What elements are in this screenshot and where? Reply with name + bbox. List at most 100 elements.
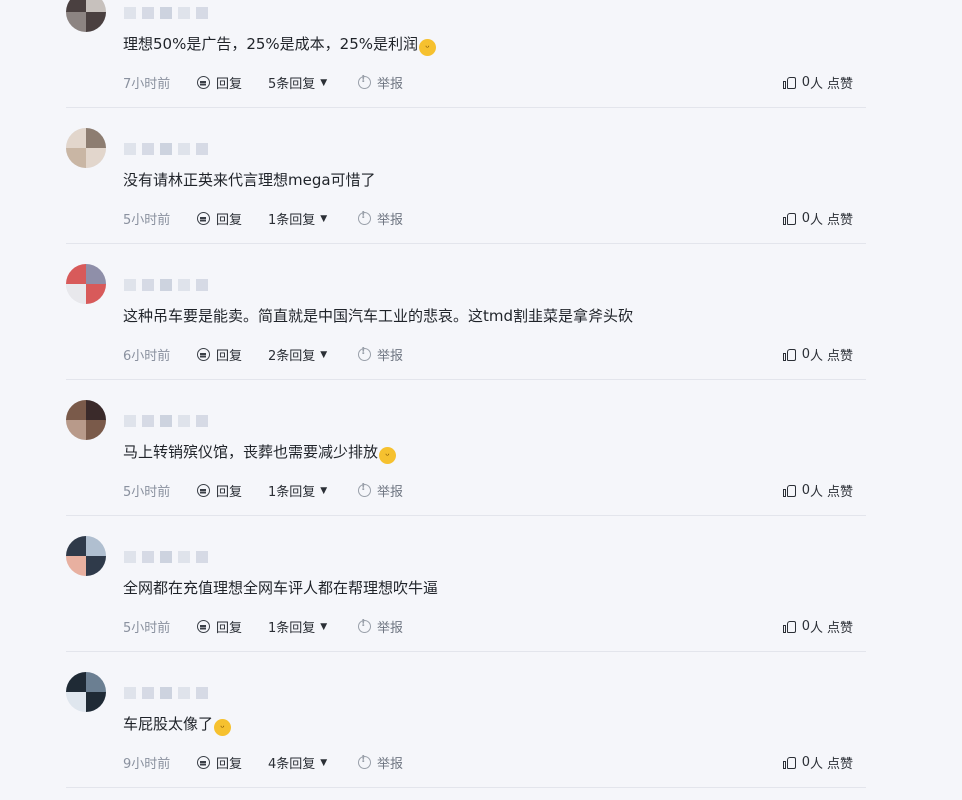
report-button[interactable]: 举报 xyxy=(358,345,403,364)
comment-text: 车屁股太像了 ᵕ xyxy=(123,713,232,736)
reply-label: 回复 xyxy=(216,213,243,228)
report-icon xyxy=(358,346,371,361)
reply-icon xyxy=(197,620,210,633)
report-icon xyxy=(358,482,371,497)
reply-button[interactable]: 回复 xyxy=(197,73,268,92)
username-blurred[interactable] xyxy=(124,278,208,292)
comment-time: 7小时前 xyxy=(123,77,171,92)
report-button[interactable]: 举报 xyxy=(358,617,403,636)
like-unit: 人 xyxy=(809,213,823,228)
like-button[interactable]: 0人 点赞 xyxy=(782,209,853,228)
like-count: 0 xyxy=(801,483,810,498)
comment-item: 全网都在充值理想全网车评人都在帮理想吹牛逼 5小时前 回复 1条回复 ▼ 举报 … xyxy=(66,516,866,652)
like-button[interactable]: 0人 点赞 xyxy=(782,73,853,92)
username-blurred[interactable] xyxy=(124,142,208,156)
comment-item: 马上转销殡仪馆，丧葬也需要减少排放ᵕ 5小时前 回复 1条回复 ▼ 举报 0人 … xyxy=(66,380,866,516)
comment-text: 这种吊车要是能卖。简直就是中国汽车工业的悲哀。这tmd割韭菜是拿斧头砍 xyxy=(123,305,633,326)
replies-count: 1条回复 xyxy=(268,621,316,636)
reply-icon xyxy=(197,76,210,89)
reply-button[interactable]: 回复 xyxy=(197,345,268,364)
report-label: 举报 xyxy=(377,621,404,636)
grin-emoji-icon: ᵕ xyxy=(419,39,437,56)
like-count: 0 xyxy=(801,347,810,362)
like-unit: 人 xyxy=(809,485,823,500)
report-icon xyxy=(358,618,371,633)
view-replies-button[interactable]: 1条回复 ▼ xyxy=(268,481,358,500)
comment-text: 没有请林正英来代言理想mega可惜了 xyxy=(123,169,376,190)
replies-count: 4条回复 xyxy=(268,757,316,772)
report-icon xyxy=(358,210,371,225)
thumbs-up-icon xyxy=(782,212,796,225)
thumbs-up-icon xyxy=(782,348,796,361)
view-replies-button[interactable]: 2条回复 ▼ xyxy=(268,345,358,364)
report-label: 举报 xyxy=(377,77,404,92)
reply-button[interactable]: 回复 xyxy=(197,617,268,636)
caret-down-icon: ▼ xyxy=(320,757,328,768)
avatar[interactable] xyxy=(66,128,106,168)
comment-text-content: 这种吊车要是能卖。简直就是中国汽车工业的悲哀。这tmd割韭菜是拿斧头砍 xyxy=(123,307,634,325)
thumbs-up-icon xyxy=(782,620,796,633)
caret-down-icon: ▼ xyxy=(320,77,328,88)
report-button[interactable]: 举报 xyxy=(358,753,403,772)
avatar[interactable] xyxy=(66,536,106,576)
report-button[interactable]: 举报 xyxy=(358,209,403,228)
comment-item: 这种吊车要是能卖。简直就是中国汽车工业的悲哀。这tmd割韭菜是拿斧头砍 6小时前… xyxy=(66,244,866,380)
comment-text: 全网都在充值理想全网车评人都在帮理想吹牛逼 xyxy=(123,577,438,598)
reply-button[interactable]: 回复 xyxy=(197,753,268,772)
comment-time: 9小时前 xyxy=(123,757,171,772)
caret-down-icon: ▼ xyxy=(320,213,328,224)
view-replies-button[interactable]: 1条回复 ▼ xyxy=(268,209,358,228)
reply-icon xyxy=(197,484,210,497)
reply-label: 回复 xyxy=(216,485,243,500)
report-button[interactable]: 举报 xyxy=(358,481,403,500)
comment-meta: 7小时前 回复 5条回复 ▼ 举报 0人 点赞 xyxy=(123,73,853,92)
reply-icon xyxy=(197,756,210,769)
avatar[interactable] xyxy=(66,0,106,32)
like-button[interactable]: 0人 点赞 xyxy=(782,481,853,500)
reply-icon xyxy=(197,212,210,225)
comment-item: 没有请林正英来代言理想mega可惜了 5小时前 回复 1条回复 ▼ 举报 0人 … xyxy=(66,108,866,244)
like-label: 点赞 xyxy=(826,349,853,364)
comment-text-content: 车屁股太像了 xyxy=(123,715,214,733)
report-button[interactable]: 举报 xyxy=(358,73,403,92)
report-label: 举报 xyxy=(377,757,404,772)
like-label: 点赞 xyxy=(826,757,853,772)
like-button[interactable]: 0人 点赞 xyxy=(782,617,853,636)
caret-down-icon: ▼ xyxy=(320,349,328,360)
replies-count: 5条回复 xyxy=(268,77,316,92)
username-blurred[interactable] xyxy=(124,686,208,700)
view-replies-button[interactable]: 1条回复 ▼ xyxy=(268,617,358,636)
comment-meta: 5小时前 回复 1条回复 ▼ 举报 0人 点赞 xyxy=(123,481,853,500)
report-label: 举报 xyxy=(377,213,404,228)
like-label: 点赞 xyxy=(826,213,853,228)
grin-emoji-icon: ᵕ xyxy=(379,447,397,464)
comment-text-content: 全网都在充值理想全网车评人都在帮理想吹牛逼 xyxy=(123,579,439,597)
comment-text: 理想50%是广告，25%是成本，25%是利润 ᵕ xyxy=(123,33,437,56)
comment-time: 6小时前 xyxy=(123,349,171,364)
like-button[interactable]: 0人 点赞 xyxy=(782,345,853,364)
comment-list: 理想50%是广告，25%是成本，25%是利润ᵕ 7小时前 回复 5条回复 ▼ 举… xyxy=(0,0,962,788)
like-count: 0 xyxy=(801,755,810,770)
view-replies-button[interactable]: 5条回复 ▼ xyxy=(268,73,358,92)
avatar[interactable] xyxy=(66,672,106,712)
replies-count: 1条回复 xyxy=(268,213,316,228)
reply-button[interactable]: 回复 xyxy=(197,209,268,228)
comment-item: 理想50%是广告，25%是成本，25%是利润ᵕ 7小时前 回复 5条回复 ▼ 举… xyxy=(66,0,866,108)
username-blurred[interactable] xyxy=(124,6,208,20)
view-replies-button[interactable]: 4条回复 ▼ xyxy=(268,753,358,772)
report-label: 举报 xyxy=(377,349,404,364)
like-unit: 人 xyxy=(809,621,823,636)
avatar[interactable] xyxy=(66,264,106,304)
caret-down-icon: ▼ xyxy=(320,485,328,496)
reply-label: 回复 xyxy=(216,621,243,636)
avatar[interactable] xyxy=(66,400,106,440)
thumbs-up-icon xyxy=(782,484,796,497)
like-button[interactable]: 0人 点赞 xyxy=(782,753,853,772)
username-blurred[interactable] xyxy=(124,414,208,428)
reply-label: 回复 xyxy=(216,77,243,92)
like-unit: 人 xyxy=(809,77,823,92)
reply-button[interactable]: 回复 xyxy=(197,481,268,500)
comment-meta: 6小时前 回复 2条回复 ▼ 举报 0人 点赞 xyxy=(123,345,853,364)
comment-text-content: 理想50%是广告，25%是成本，25%是利润 xyxy=(123,35,419,53)
username-blurred[interactable] xyxy=(124,550,208,564)
